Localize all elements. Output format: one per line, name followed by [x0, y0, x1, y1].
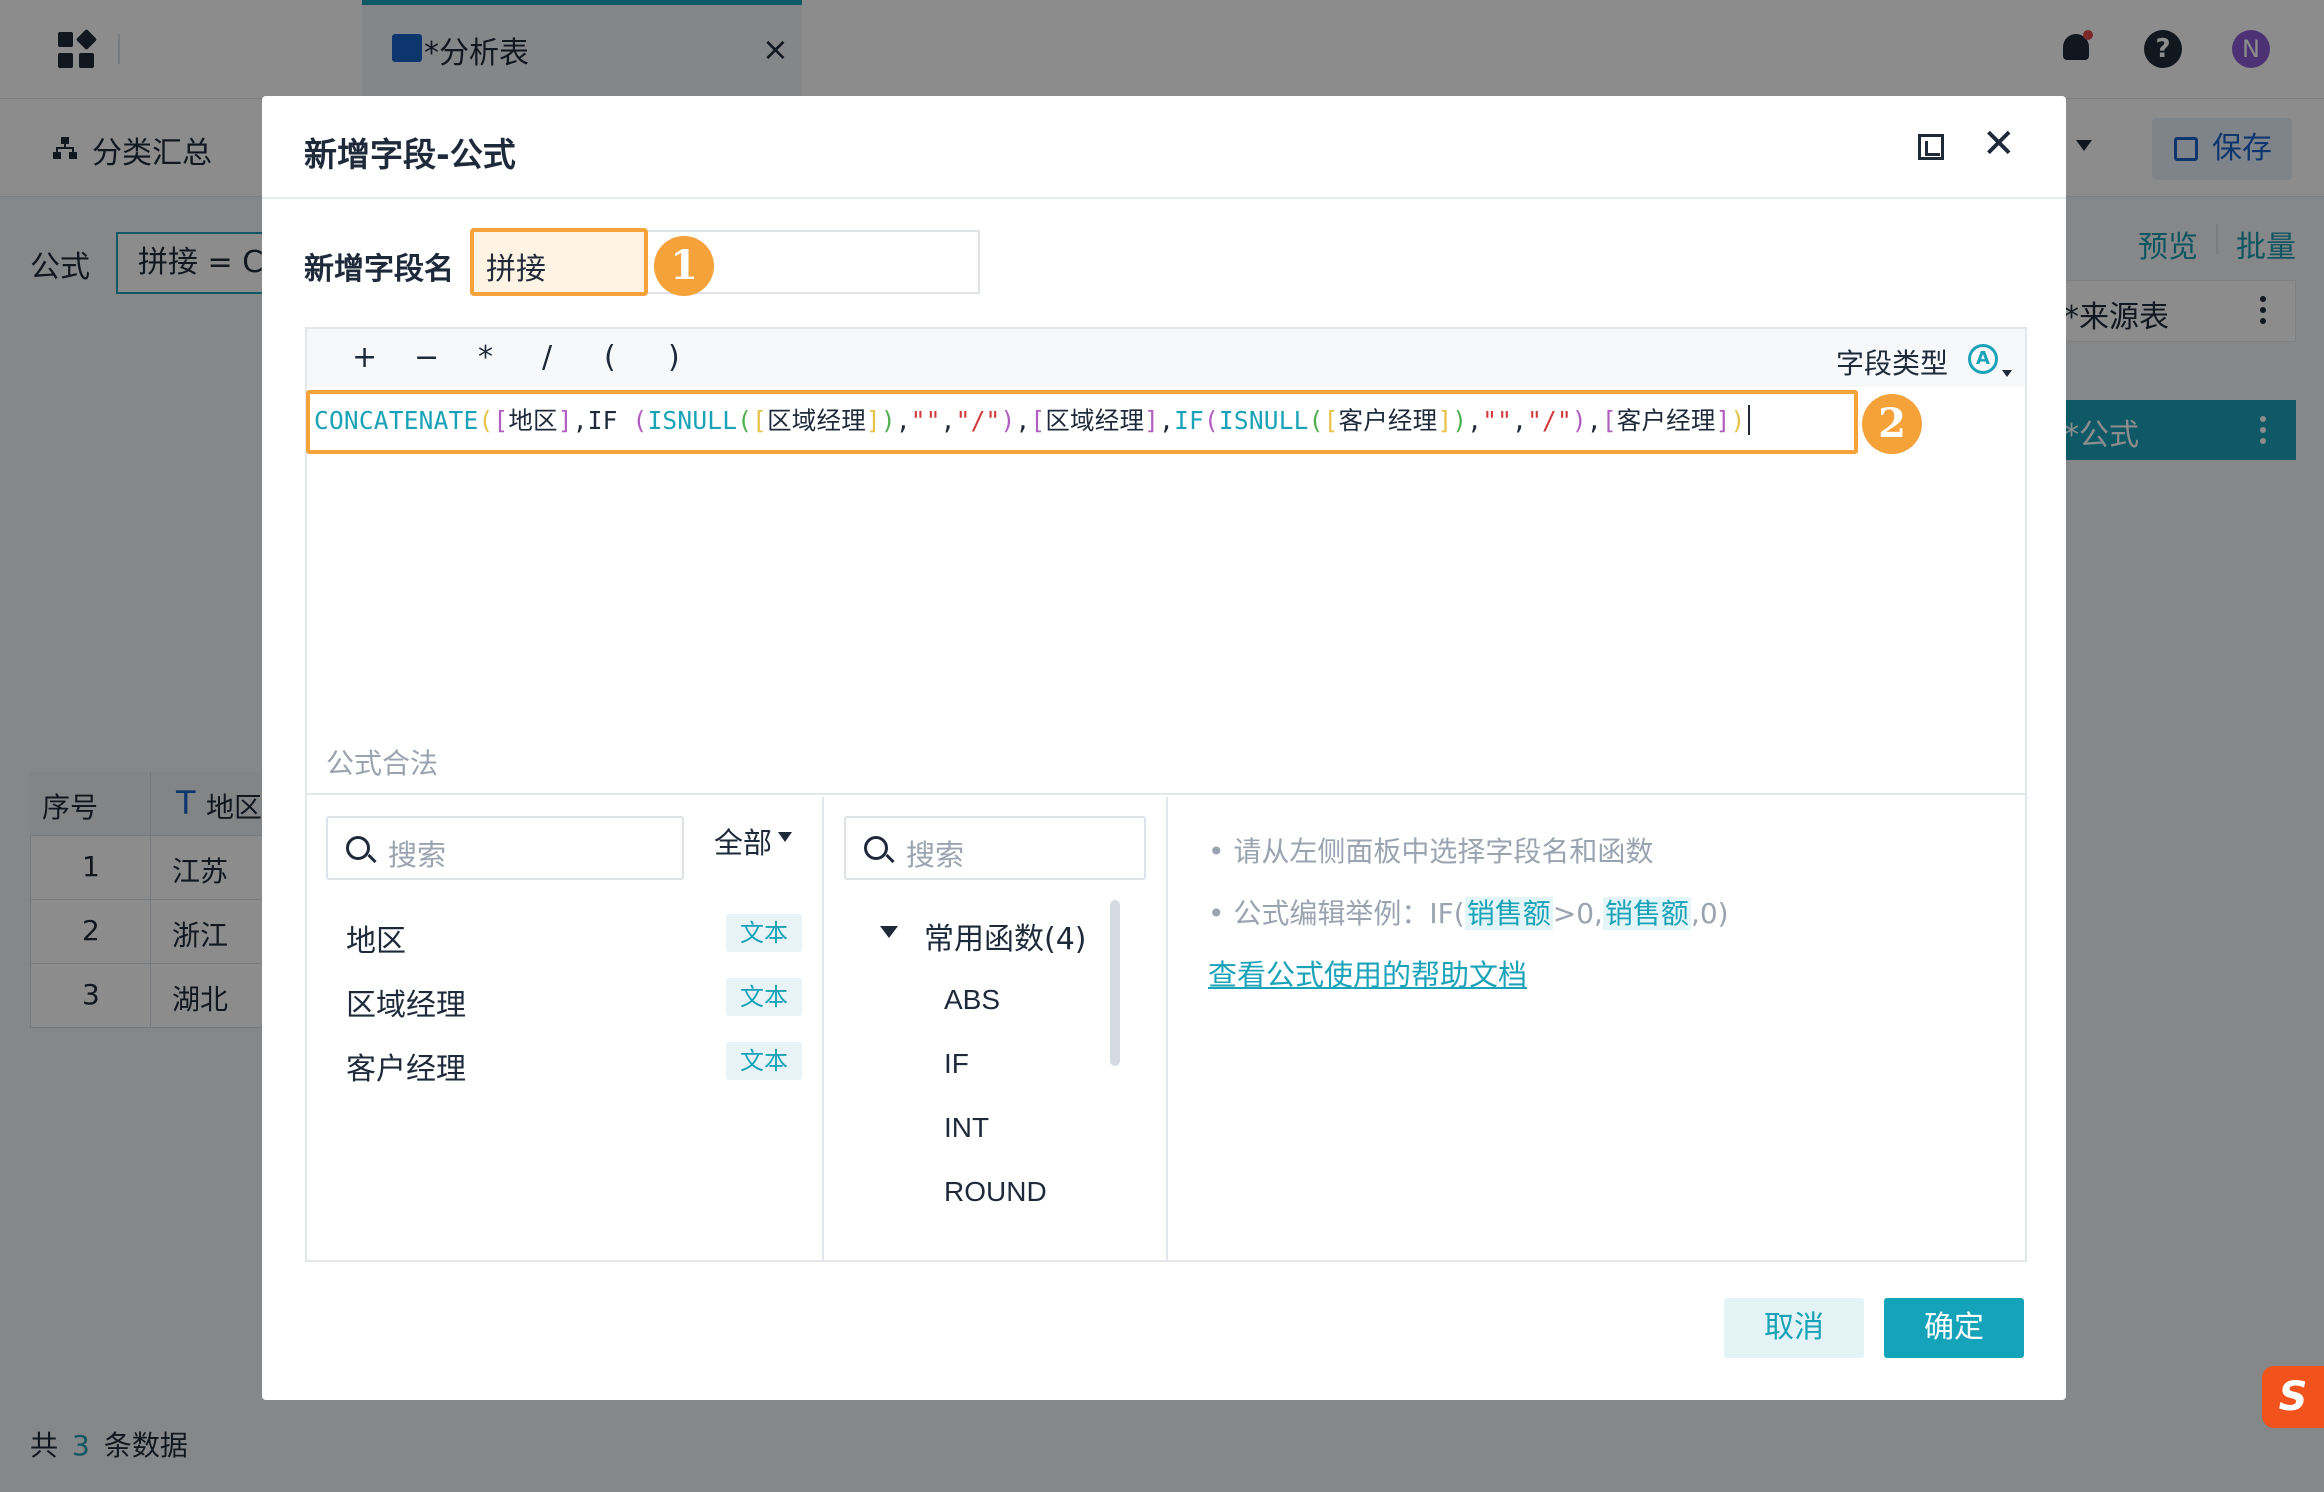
function-search-input[interactable]: 搜索: [844, 816, 1146, 880]
scrollbar[interactable]: [1110, 900, 1120, 1066]
input-method-icon[interactable]: S: [2262, 1366, 2324, 1428]
function-item-int[interactable]: INT: [944, 1112, 989, 1144]
expand-icon[interactable]: [1918, 134, 1944, 160]
function-item-if[interactable]: IF: [944, 1048, 969, 1080]
operator-plus[interactable]: +: [352, 340, 377, 375]
operator-multiply[interactable]: *: [478, 340, 493, 375]
field-name-value: 拼接: [486, 252, 546, 287]
hint-example: • 公式编辑举例：IF(销售额>0,销售额,0): [1208, 892, 1729, 932]
caret-down-icon[interactable]: [880, 926, 898, 938]
field-type-tag: 文本: [726, 914, 802, 952]
hint-part: • 公式编辑举例：IF(: [1208, 897, 1465, 930]
field-name-label: 新增字段名: [304, 252, 454, 287]
field-type-tag: 文本: [726, 1042, 802, 1080]
hint-part: ,0): [1690, 897, 1729, 930]
step-badge-2: 2: [1862, 394, 1922, 454]
field-item-region-manager[interactable]: 区域经理: [346, 980, 466, 1024]
search-icon: [346, 836, 370, 860]
field-filter-dropdown[interactable]: 全部: [714, 820, 772, 862]
chevron-down-icon[interactable]: [778, 832, 792, 842]
divider: [822, 797, 824, 1262]
field-type-label: 字段类型: [1836, 347, 1949, 380]
chevron-down-icon[interactable]: [2002, 370, 2012, 377]
field-type-tag: 文本: [726, 978, 802, 1016]
dialog-title: 新增字段-公式: [304, 135, 516, 174]
formula-text[interactable]: CONCATENATE([地区],IF (ISNULL([区域经理]),"","…: [314, 402, 1750, 437]
cancel-button[interactable]: 取消: [1724, 1298, 1864, 1358]
help-doc-link[interactable]: 查看公式使用的帮助文档: [1208, 952, 1527, 994]
field-type-icon[interactable]: A: [1968, 344, 1998, 374]
confirm-button[interactable]: 确定: [1884, 1298, 2024, 1358]
field-item-region[interactable]: 地区: [346, 916, 406, 960]
validity-status: 公式合法: [326, 747, 439, 780]
operator-open-paren[interactable]: (: [604, 340, 616, 375]
hint-field: 销售额: [1464, 897, 1553, 930]
function-group[interactable]: 常用函数(4): [924, 914, 1087, 958]
hint-part: >0,: [1552, 897, 1603, 930]
operator-divide[interactable]: /: [542, 340, 552, 375]
close-icon[interactable]: ✕: [1982, 124, 2016, 164]
function-item-round[interactable]: ROUND: [944, 1176, 1047, 1208]
step-badge-1: 1: [654, 236, 714, 296]
operator-minus[interactable]: −: [414, 340, 439, 375]
hint-text: • 请从左侧面板中选择字段名和函数: [1208, 835, 1654, 868]
hint-field: 销售额: [1602, 897, 1691, 930]
field-search-input[interactable]: 搜索: [326, 816, 684, 880]
search-icon: [864, 836, 888, 860]
operator-bar: [307, 329, 2025, 387]
divider: [262, 197, 2066, 199]
operator-close-paren[interactable]: ): [668, 340, 680, 375]
divider: [1166, 797, 1168, 1262]
text-caret: [1747, 405, 1750, 435]
search-placeholder: 搜索: [906, 838, 965, 872]
search-placeholder: 搜索: [388, 838, 447, 872]
function-item-abs[interactable]: ABS: [944, 984, 1000, 1016]
field-item-account-manager[interactable]: 客户经理: [346, 1044, 466, 1088]
